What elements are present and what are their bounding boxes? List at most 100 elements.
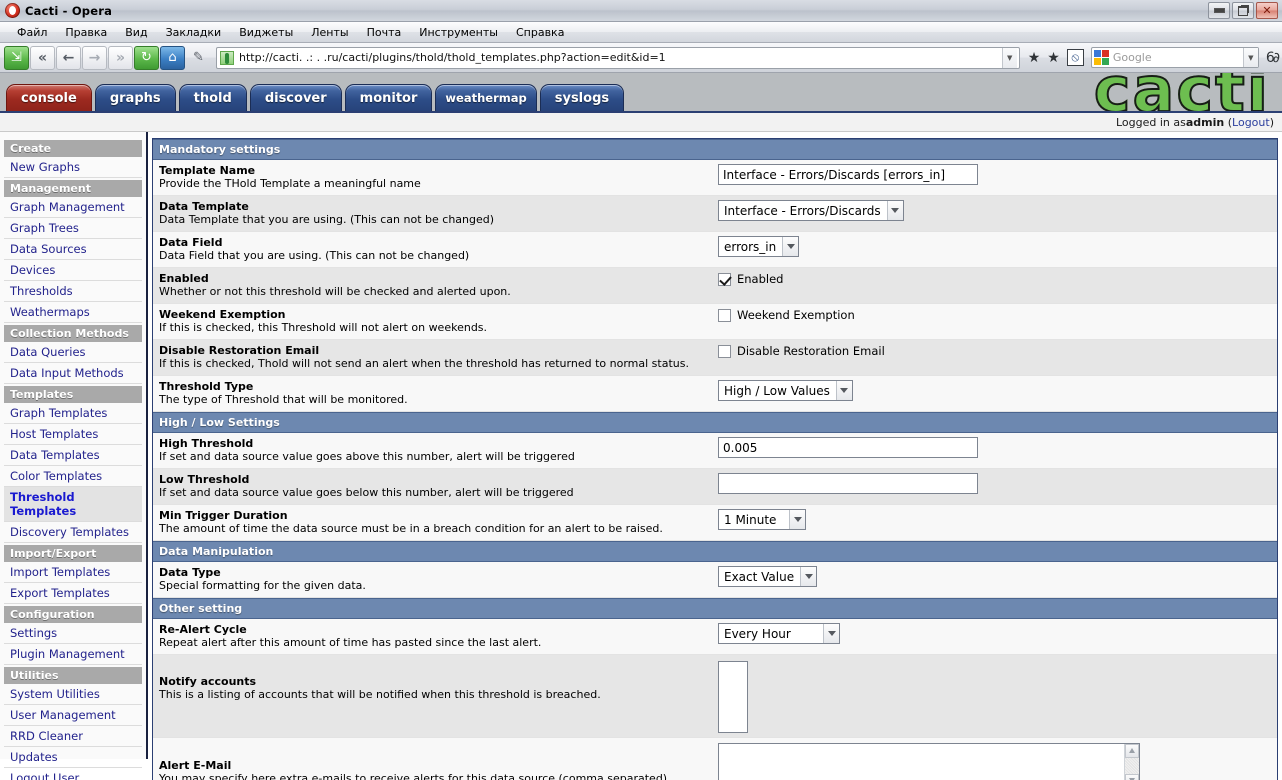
search-bar[interactable]: Google ▼ [1090,47,1259,68]
field-desc: If this is checked, this Threshold will … [159,321,488,334]
high-threshold-input[interactable] [718,437,978,458]
enabled-checkbox[interactable] [718,272,731,286]
field-desc: Repeat alert after this amount of time h… [159,636,542,649]
zoom-glasses-icon[interactable]: 6∂ [1260,50,1280,66]
data-field-select[interactable]: errors_in [718,236,800,257]
home-icon[interactable]: ⌂ [160,45,185,70]
sidebar-header-import-export: Import/Export [4,545,142,562]
field-row-min-trigger-duration: Min Trigger Duration The amount of time … [153,505,1277,541]
sidebar-item-graph-management[interactable]: Graph Management [4,197,142,218]
sidebar-item-threshold-templates[interactable]: Threshold Templates [4,487,142,522]
chevron-down-icon[interactable] [789,510,805,529]
tab-syslogs[interactable]: syslogs [539,84,625,111]
scroll-down-icon[interactable] [1125,773,1139,780]
close-button[interactable]: ✕ [1256,2,1278,19]
menu-tools[interactable]: Инструменты [410,24,507,41]
sidebar-item-plugin-management[interactable]: Plugin Management [4,644,142,665]
sidebar-item-data-templates[interactable]: Data Templates [4,445,142,466]
field-label-weekend-exemption: Weekend Exemption If this is checked, th… [159,308,714,335]
sidebar-item-graph-templates[interactable]: Graph Templates [4,403,142,424]
menu-help[interactable]: Справка [507,24,573,41]
search-engine-dropdown-icon[interactable]: ▼ [1242,48,1258,67]
back-icon[interactable]: ← [56,45,81,70]
tab-console[interactable]: console [6,84,92,111]
sidebar-item-updates[interactable]: Updates [4,747,142,768]
address-bar[interactable]: http://cacti. .: . .ru/cacti/plugins/tho… [216,46,1020,69]
reload-icon[interactable]: ↻ [134,45,159,70]
menu-bookmarks[interactable]: Закладки [157,24,231,41]
rewind-icon[interactable]: « [30,45,55,70]
sidebar-item-import-templates[interactable]: Import Templates [4,562,142,583]
menu-edit[interactable]: Правка [56,24,116,41]
chevron-down-icon[interactable] [835,381,852,400]
sidebar-item-color-templates[interactable]: Color Templates [4,466,142,487]
fast-forward-icon[interactable]: » [108,45,133,70]
min-trigger-duration-select[interactable]: 1 Minute [718,509,806,530]
edit-page-icon[interactable]: ✎ [186,46,211,70]
bookmark-star-icon[interactable]: ★ [1025,50,1044,66]
field-desc: Special formatting for the given data. [159,579,366,592]
tab-monitor[interactable]: monitor [344,84,433,111]
window-controls: ✕ [1208,2,1280,19]
alert-email-scrollbar[interactable] [1124,743,1139,780]
menu-mail[interactable]: Почта [358,24,411,41]
field-control [714,661,1277,733]
main-content: Mandatory settings Template Name Provide… [148,132,1282,780]
field-row-data-field: Data Field Data Field that you are using… [153,232,1277,268]
tab-thold[interactable]: thold [178,84,247,111]
weekend-exemption-checkbox[interactable] [718,308,731,322]
sidebar-item-thresholds[interactable]: Thresholds [4,281,142,302]
speed-dial-star-icon[interactable]: ★ [1044,50,1063,66]
sidebar-item-weathermaps[interactable]: Weathermaps [4,302,142,323]
menu-view[interactable]: Вид [116,24,156,41]
section-high-low-settings: High / Low Settings [153,412,1277,433]
menu-feeds[interactable]: Ленты [302,24,357,41]
search-input[interactable]: Google [1113,51,1243,64]
tab-graphs[interactable]: graphs [94,84,176,111]
data-template-select[interactable]: Interface - Errors/Discards [718,200,904,221]
sidebar-item-devices[interactable]: Devices [4,260,142,281]
address-dropdown-icon[interactable]: ▼ [1001,47,1017,68]
chevron-down-icon[interactable] [823,624,839,643]
data-type-select[interactable]: Exact Value [718,566,818,587]
data-type-value: Exact Value [724,569,795,584]
logout-link[interactable]: Logout [1232,116,1270,129]
sidebar-item-system-utilities[interactable]: System Utilities [4,684,142,705]
realert-cycle-select[interactable]: Every Hour [718,623,840,644]
low-threshold-input[interactable] [718,473,978,494]
sidebar-item-export-templates[interactable]: Export Templates [4,583,142,604]
sidebar-item-new-graphs[interactable]: New Graphs [4,157,142,178]
sidebar-item-data-queries[interactable]: Data Queries [4,342,142,363]
chevron-down-icon[interactable] [782,237,799,256]
notify-accounts-listbox[interactable] [718,661,748,733]
tab-discover[interactable]: discover [249,84,342,111]
chevron-down-icon[interactable] [800,567,817,586]
forward-icon[interactable]: → [82,45,107,70]
template-name-input[interactable] [718,164,978,185]
minimize-button[interactable] [1208,2,1230,19]
alert-email-textarea[interactable] [718,742,1140,780]
sidebar-item-settings[interactable]: Settings [4,623,142,644]
chevron-down-icon[interactable] [886,201,903,220]
field-control [714,437,1277,458]
sidebar-item-host-templates[interactable]: Host Templates [4,424,142,445]
sidebar-item-logout-user[interactable]: Logout User [4,768,142,780]
threshold-type-select[interactable]: High / Low Values [718,380,853,401]
sidebar-item-rrd-cleaner[interactable]: RRD Cleaner [4,726,142,747]
sidebar-item-graph-trees[interactable]: Graph Trees [4,218,142,239]
disable-restoration-email-checkbox[interactable] [718,344,731,358]
sidebar-item-data-input-methods[interactable]: Data Input Methods [4,363,142,384]
maximize-button[interactable] [1232,2,1254,19]
field-title: Low Threshold [159,473,250,486]
field-desc: If set and data source value goes below … [159,486,574,499]
menu-widgets[interactable]: Виджеты [230,24,302,41]
sidebar-item-data-sources[interactable]: Data Sources [4,239,142,260]
alert-email-text[interactable] [719,744,1124,780]
block-content-icon[interactable]: ⦸ [1066,49,1084,66]
sidebar-item-discovery-templates[interactable]: Discovery Templates [4,522,142,543]
opera-panel-icon[interactable]: ⇲ [4,45,29,70]
sidebar-item-user-management[interactable]: User Management [4,705,142,726]
scroll-up-icon[interactable] [1125,743,1139,758]
menu-file[interactable]: Файл [8,24,56,41]
tab-weathermap[interactable]: weathermap [435,84,537,111]
